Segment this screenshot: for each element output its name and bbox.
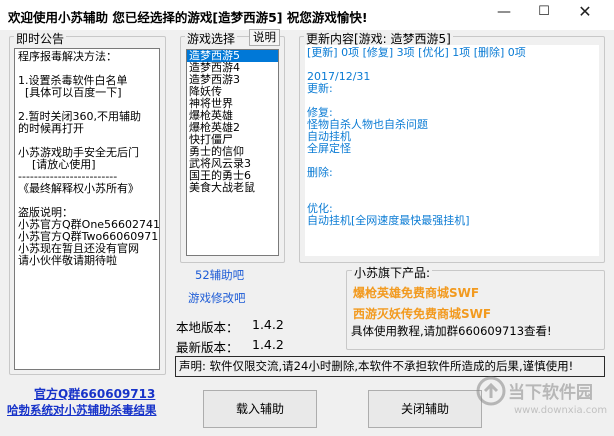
minimize-icon[interactable]: — bbox=[487, 0, 521, 26]
update-line: 自动挂机[全网速度最快最强挂机] bbox=[307, 214, 470, 227]
local-version-label: 本地版本： bbox=[176, 320, 239, 335]
tieba-link[interactable]: 52辅助吧 bbox=[195, 267, 244, 283]
products-label: 小苏旗下产品: bbox=[352, 264, 433, 281]
load-button[interactable]: 载入辅助 bbox=[203, 390, 317, 428]
update-line: 更新: bbox=[307, 82, 333, 95]
update-line: [更新] 0项 [修复] 3项 [优化] 1项 [删除] 0项 bbox=[307, 46, 526, 59]
explain-button[interactable]: 说明 bbox=[249, 29, 280, 46]
watermark-sub: www.downxia.com bbox=[514, 405, 608, 416]
close-assist-button[interactable]: 关闭辅助 bbox=[368, 390, 482, 428]
game-listbox[interactable]: 造梦西游5 造梦西游4 造梦西游3 降妖传 神将世界 爆枪英雄 爆枪英雄2 快打僵尸 勇士的信仰… bbox=[186, 49, 279, 256]
game-modify-link[interactable]: 游戏修改吧 bbox=[188, 290, 246, 306]
watermark-logo-icon bbox=[476, 376, 506, 406]
notice-line: 请小伙伴敬请期待啦 bbox=[18, 254, 117, 267]
watermark: 当下软件园 www.downxia.com bbox=[474, 376, 610, 434]
update-textbox[interactable]: [更新] 0项 [修复] 3项 [优化] 1项 [删除] 0项 2017/12/3… bbox=[305, 45, 599, 256]
window-title: 欢迎使用小苏辅助 您已经选择的游戏[造梦西游5] 祝您游戏愉快! bbox=[8, 10, 368, 25]
scan-result-link[interactable]: 哈勃系统对小苏辅助杀毒结果 bbox=[7, 402, 157, 418]
product-link-1[interactable]: 爆枪英雄免费商城SWF bbox=[353, 284, 479, 301]
notice-line: 程序报毒解决方法： bbox=[18, 50, 117, 63]
notice-line: 的时候再打开 bbox=[18, 122, 84, 135]
local-version-value: 1.4.2 bbox=[252, 317, 284, 332]
update-line bbox=[307, 155, 599, 167]
watermark-main: 当下软件园 bbox=[508, 383, 593, 403]
update-line bbox=[307, 191, 599, 203]
update-line: 全屏定怪 bbox=[307, 142, 351, 155]
qq-group-link[interactable]: 官方Q群660609713 bbox=[34, 385, 155, 402]
update-line bbox=[307, 95, 599, 107]
notice-line: 《最终解释权小苏所有》 bbox=[18, 182, 139, 195]
product-link-2[interactable]: 西游灭妖传免费商城SWF bbox=[353, 305, 491, 322]
notice-label: 即时公告 bbox=[14, 30, 67, 47]
maximize-icon[interactable]: ☐ bbox=[527, 0, 561, 26]
title-bar: 欢迎使用小苏辅助 您已经选择的游戏[造梦西游5] 祝您游戏愉快! — ☐ ✕ bbox=[0, 0, 614, 30]
latest-version-label: 最新版本： bbox=[176, 340, 239, 355]
notice-line: [具体可以百度一下] bbox=[18, 86, 122, 99]
game-list-item[interactable]: 美食大战老鼠 bbox=[187, 182, 278, 194]
update-line: 删除: bbox=[307, 166, 333, 179]
notice-textbox[interactable]: 程序报毒解决方法： 1.设置杀毒软件白名单 [具体可以百度一下] 2.暂时关闭360… bbox=[14, 48, 160, 370]
products-description: 具体使用教程,请加群660609713查看! bbox=[351, 324, 552, 338]
game-select-label: 游戏选择 bbox=[185, 30, 238, 47]
latest-version-value: 1.4.2 bbox=[252, 337, 284, 352]
close-icon[interactable]: ✕ bbox=[568, 0, 602, 26]
update-line: 2017/12/31 bbox=[307, 70, 371, 83]
update-line bbox=[307, 179, 599, 191]
disclaimer-text: 声明: 软件仅限交流,请24小时删除,本软件不承担软件所造成的后果,谨慎使用! bbox=[175, 356, 605, 377]
